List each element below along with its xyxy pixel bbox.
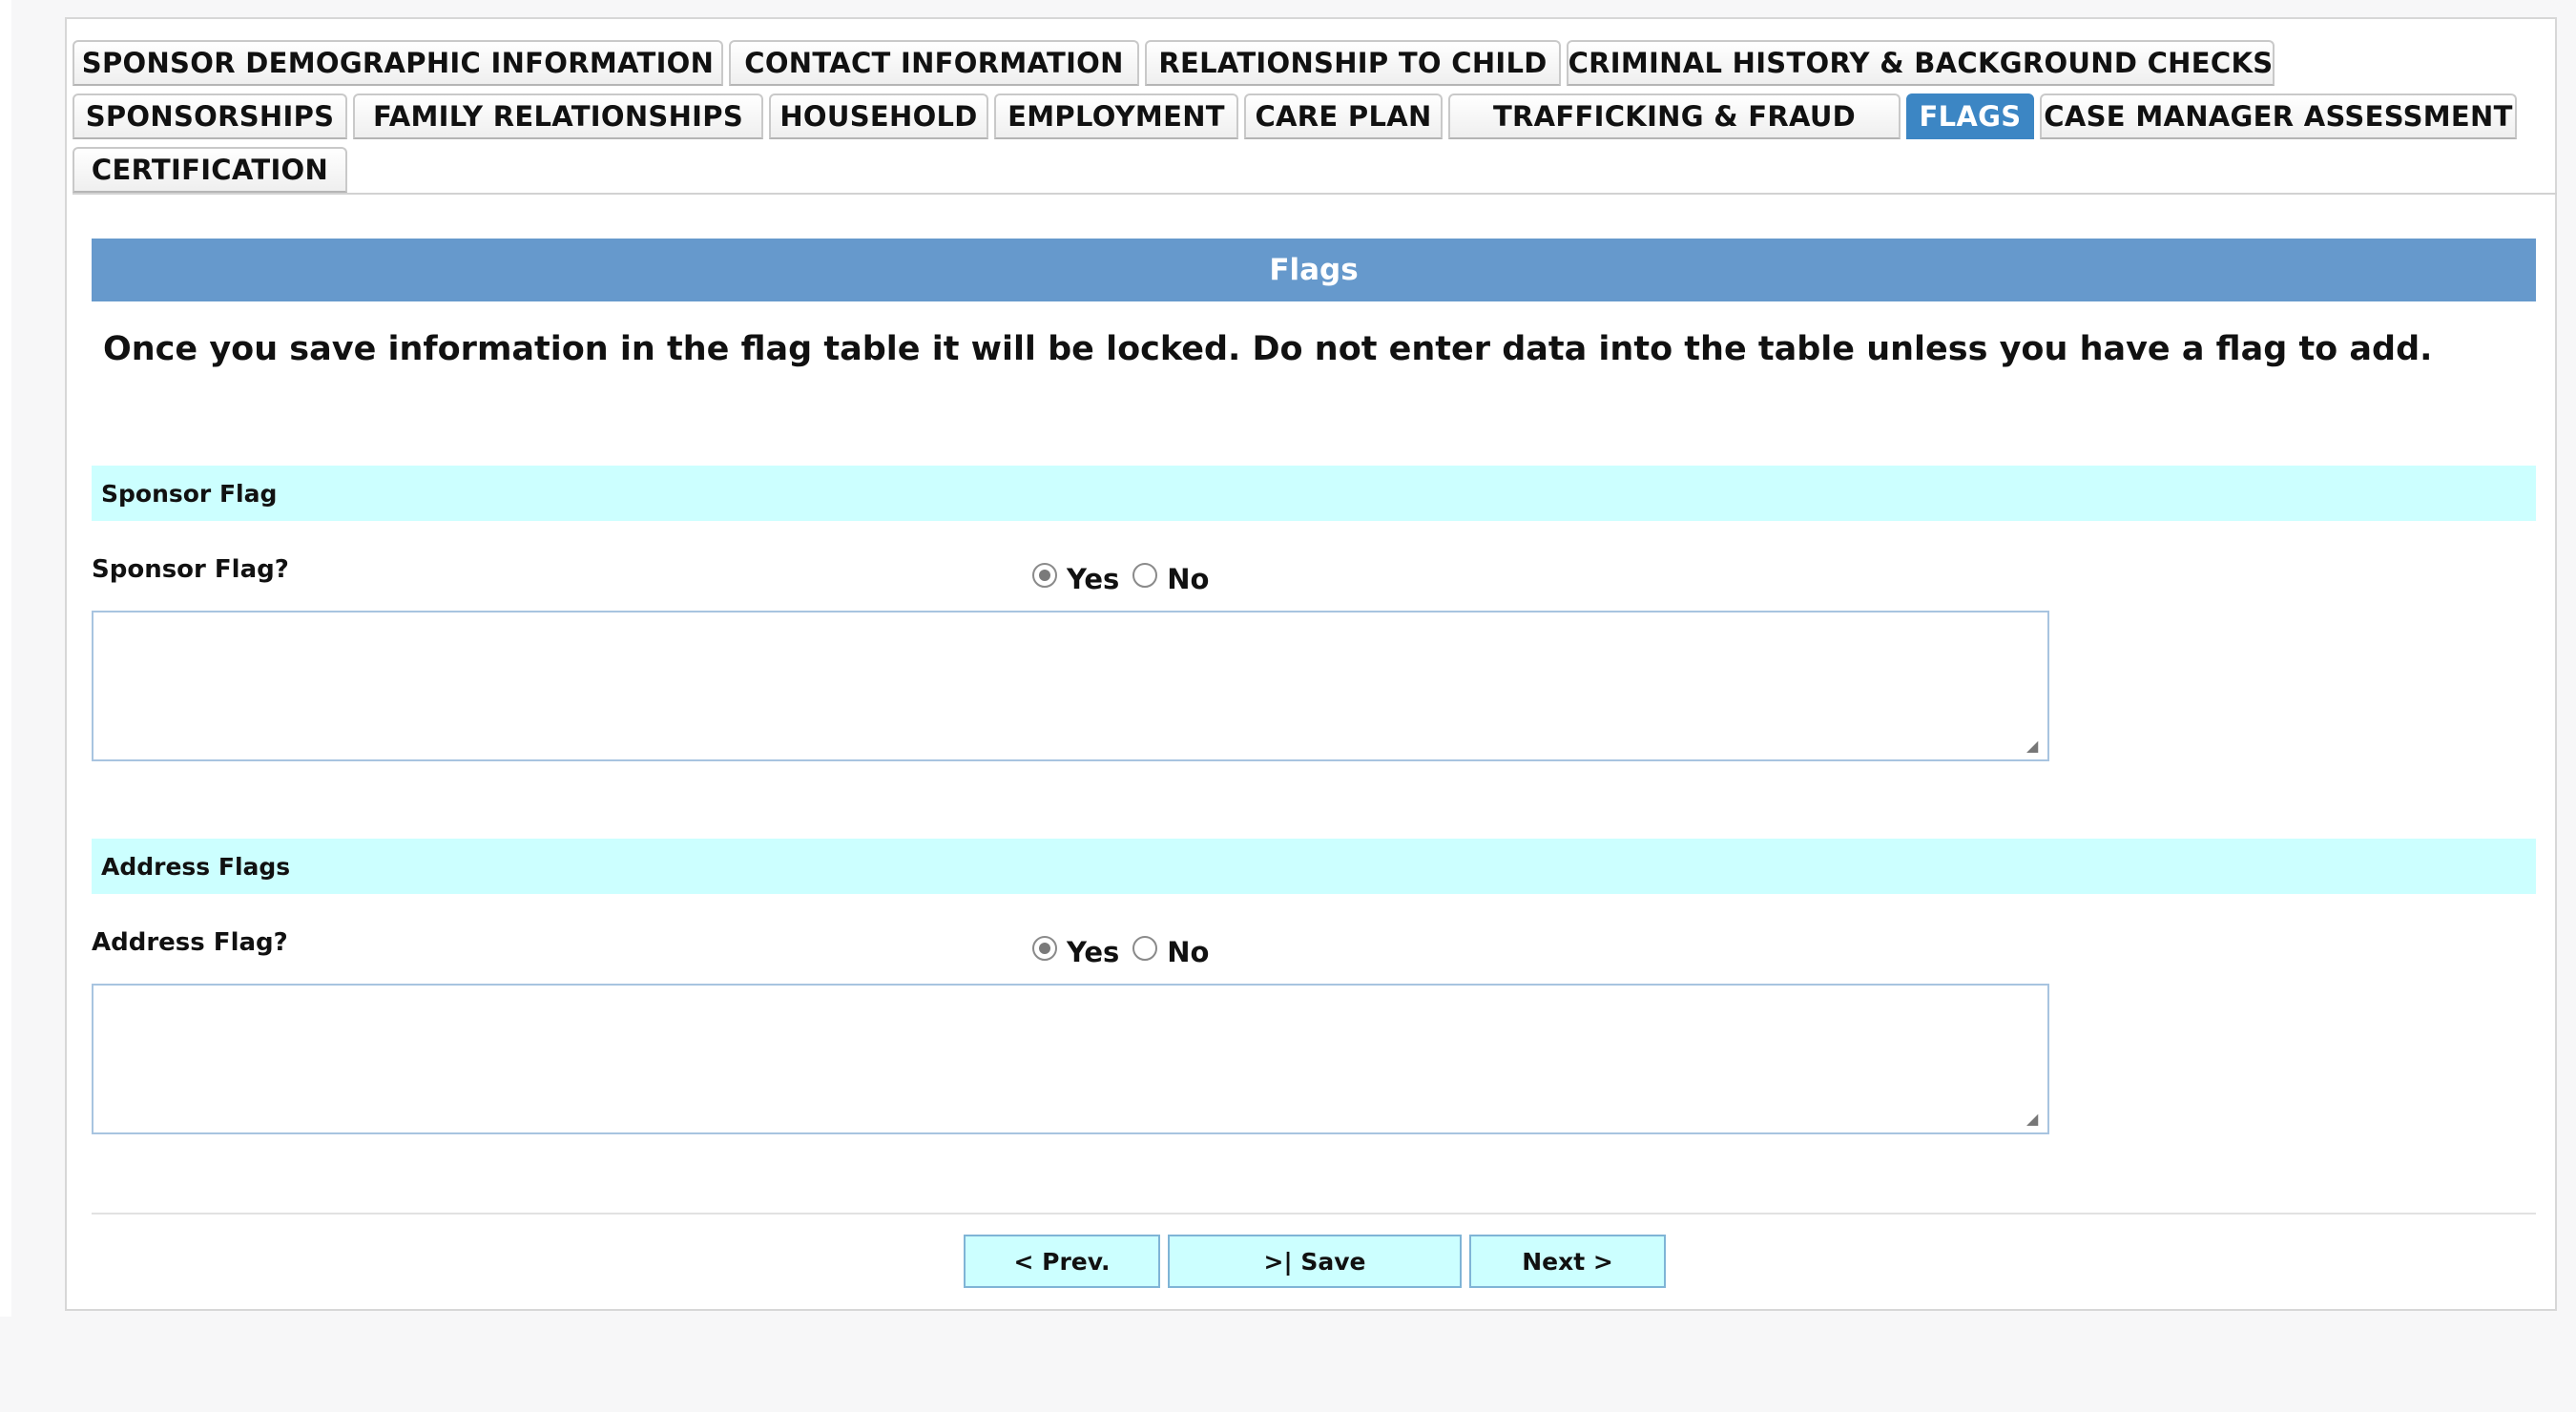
address-flag-question: Address Flag?: [92, 928, 288, 957]
tab-criminal-history-background-checks[interactable]: CRIMINAL HISTORY & BACKGROUND CHECKS: [1567, 40, 2275, 86]
tab-case-manager-assessment[interactable]: CASE MANAGER ASSESSMENT: [2040, 93, 2517, 139]
tab-sponsor-demographic-information[interactable]: SPONSOR DEMOGRAPHIC INFORMATION: [73, 40, 723, 86]
address-flag-details-textarea[interactable]: ◢: [92, 984, 2049, 1134]
sponsor-flag-yes-radio[interactable]: [1032, 563, 1057, 588]
tab-care-plan[interactable]: CARE PLAN: [1244, 93, 1443, 139]
tab-row-3: CERTIFICATION: [73, 147, 2557, 198]
footer-divider: [92, 1213, 2536, 1215]
address-flag-yes-label: Yes: [1067, 936, 1120, 968]
tab-employment[interactable]: EMPLOYMENT: [994, 93, 1238, 139]
address-flag-no-label: No: [1167, 936, 1210, 968]
tab-sponsorships[interactable]: SPONSORSHIPS: [73, 93, 347, 139]
tab-certification[interactable]: CERTIFICATION: [73, 147, 347, 193]
tab-contact-information[interactable]: CONTACT INFORMATION: [729, 40, 1139, 86]
sponsor-flag-no-radio[interactable]: [1132, 563, 1158, 588]
tab-family-relationships[interactable]: FAMILY RELATIONSHIPS: [353, 93, 763, 139]
resize-grip-icon[interactable]: ◢: [2026, 738, 2042, 754]
section-title-flags: Flags: [92, 239, 2536, 301]
left-margin: [0, 0, 11, 1317]
prev-button[interactable]: < Prev.: [964, 1235, 1160, 1288]
sponsor-flag-question: Sponsor Flag?: [92, 555, 289, 584]
sponsor-flag-radio-group: Yes No: [1032, 559, 1222, 595]
tab-bar: SPONSOR DEMOGRAPHIC INFORMATION CONTACT …: [73, 40, 2557, 200]
tab-flags[interactable]: FLAGS: [1906, 93, 2034, 139]
tab-trafficking-fraud[interactable]: TRAFFICKING & FRAUD: [1448, 93, 1901, 139]
resize-grip-icon[interactable]: ◢: [2026, 1111, 2042, 1127]
address-flag-yes-radio[interactable]: [1032, 936, 1057, 961]
lock-notice: Once you save information in the flag ta…: [103, 330, 2433, 368]
sponsor-flag-header: Sponsor Flag: [92, 466, 2536, 521]
sponsor-flag-yes-label: Yes: [1067, 563, 1120, 595]
tab-row-1: SPONSOR DEMOGRAPHIC INFORMATION CONTACT …: [73, 40, 2557, 92]
tab-relationship-to-child[interactable]: RELATIONSHIP TO CHILD: [1145, 40, 1561, 86]
sponsor-flag-details-textarea[interactable]: ◢: [92, 611, 2049, 761]
tab-household[interactable]: HOUSEHOLD: [769, 93, 988, 139]
address-flag-no-radio[interactable]: [1132, 936, 1158, 961]
address-flag-radio-group: Yes No: [1032, 932, 1222, 968]
tab-row-2: SPONSORSHIPS FAMILY RELATIONSHIPS HOUSEH…: [73, 93, 2557, 145]
sponsor-flag-no-label: No: [1167, 563, 1210, 595]
address-flags-header: Address Flags: [92, 839, 2536, 894]
next-button[interactable]: Next >: [1469, 1235, 1666, 1288]
tab-divider: [73, 193, 2557, 195]
save-button[interactable]: >| Save: [1168, 1235, 1462, 1288]
